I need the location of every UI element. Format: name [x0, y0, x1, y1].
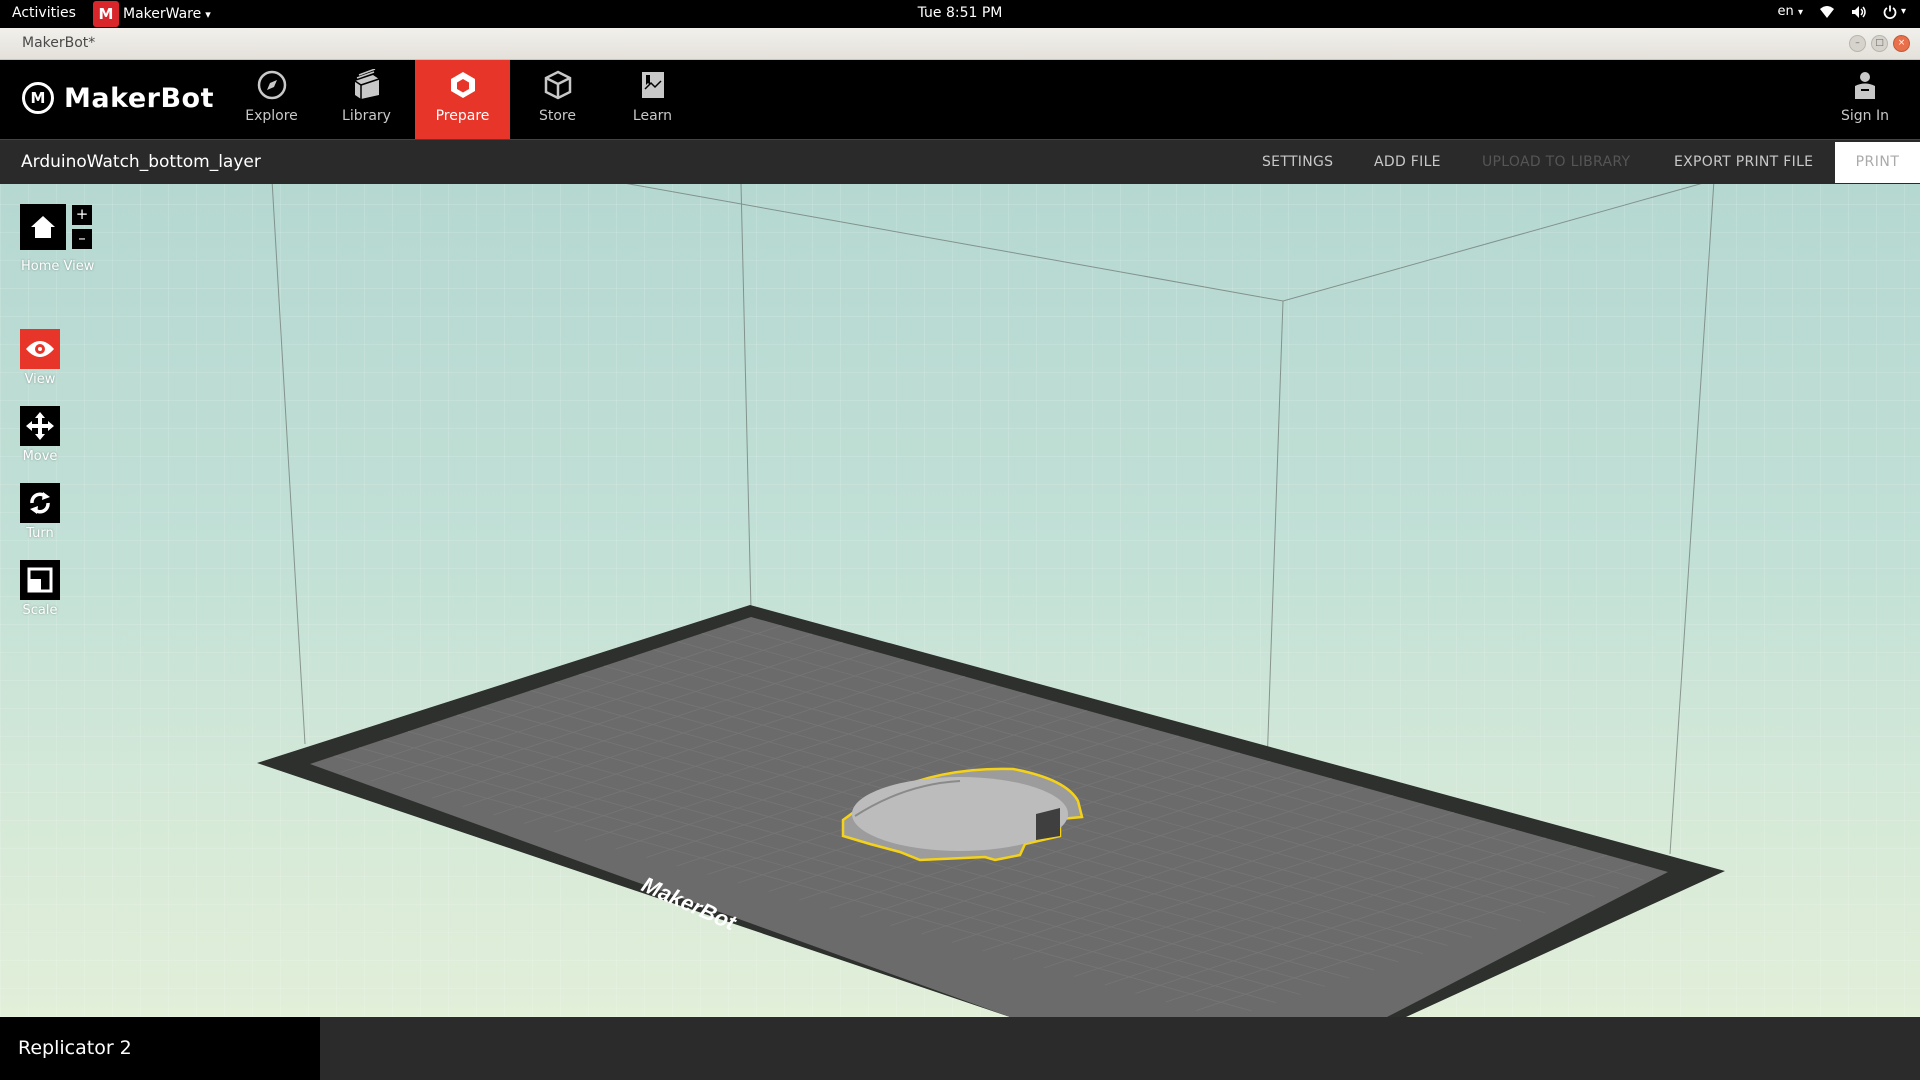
- home-view-button[interactable]: [20, 204, 66, 250]
- 3d-viewport[interactable]: MakerBot Home View + – View Move Turn Sc…: [0, 184, 1920, 1017]
- box-icon: [544, 70, 571, 100]
- sign-in-button[interactable]: Sign In: [1830, 60, 1900, 139]
- zoom-out-button[interactable]: –: [72, 229, 92, 249]
- settings-button[interactable]: SETTINGS: [1262, 154, 1333, 170]
- language-indicator[interactable]: en ▾: [1778, 4, 1803, 19]
- scale-label: Scale: [22, 603, 58, 618]
- view-button[interactable]: [20, 329, 60, 369]
- volume-icon: [1851, 5, 1866, 18]
- clock[interactable]: Tue 8:51 PM: [0, 5, 1920, 21]
- view-tool[interactable]: View: [20, 329, 60, 387]
- nav-library[interactable]: Library: [319, 60, 414, 139]
- turn-tool[interactable]: Turn: [20, 483, 60, 541]
- makerbot-logo: M MakerBot: [22, 82, 214, 114]
- nav-label: Store: [538, 108, 576, 124]
- nav-store[interactable]: Store: [510, 60, 605, 139]
- power-icon: [1883, 5, 1897, 19]
- model-top-face: [852, 777, 1068, 851]
- nav-label: Learn: [632, 108, 673, 124]
- book-icon: [641, 72, 664, 98]
- nav-label: Prepare: [435, 108, 490, 124]
- add-file-button[interactable]: ADD FILE: [1374, 154, 1441, 170]
- close-button[interactable]: ×: [1893, 35, 1910, 52]
- turn-label: Turn: [26, 526, 54, 541]
- power-menu[interactable]: ▾: [1883, 5, 1906, 19]
- nav-label: Library: [342, 108, 391, 124]
- window-title: MakerBot*: [22, 35, 96, 51]
- system-status-area[interactable]: en ▾ ▾: [1778, 4, 1906, 19]
- scale-button[interactable]: [20, 560, 60, 600]
- turn-button[interactable]: [20, 483, 60, 523]
- prepare-icon: [450, 72, 475, 98]
- home-view-label: Home View: [21, 259, 95, 274]
- print-button[interactable]: PRINT: [1835, 142, 1920, 183]
- minimize-button[interactable]: –: [1849, 35, 1866, 52]
- brand-name: MakerBot: [64, 82, 214, 114]
- sign-in-label: Sign In: [1841, 108, 1889, 124]
- zoom-in-button[interactable]: +: [72, 205, 92, 225]
- window-controls: – □ ×: [1849, 35, 1910, 52]
- move-label: Move: [22, 449, 58, 464]
- home-view-tool: Home View: [20, 204, 94, 274]
- export-print-file-button[interactable]: EXPORT PRINT FILE: [1674, 154, 1813, 170]
- user-icon: [1855, 72, 1875, 99]
- scale-icon: [27, 567, 53, 593]
- makerbot-logo-icon: M: [22, 82, 54, 114]
- move-button[interactable]: [20, 406, 60, 446]
- move-tool[interactable]: Move: [20, 406, 60, 464]
- nav-learn[interactable]: Learn: [605, 60, 700, 139]
- printer-selector[interactable]: Replicator 2: [0, 1017, 320, 1080]
- move-arrows-icon: [26, 412, 54, 440]
- nav-explore[interactable]: Explore: [224, 60, 319, 139]
- scale-tool[interactable]: Scale: [20, 560, 60, 618]
- app-header: M MakerBot Explore Library Prepare Store…: [0, 60, 1920, 139]
- file-name: ArduinoWatch_bottom_layer: [21, 152, 261, 172]
- nav-prepare[interactable]: Prepare: [415, 60, 510, 139]
- upload-to-library-button[interactable]: UPLOAD TO LIBRARY: [1482, 154, 1630, 170]
- library-icon: [354, 68, 379, 99]
- system-top-bar: Activities M MakerWare ▾ Tue 8:51 PM en …: [0, 0, 1920, 28]
- compass-icon: [257, 70, 286, 100]
- view-label: View: [24, 372, 56, 387]
- wifi-icon: [1819, 5, 1834, 18]
- chevron-down-icon: ▾: [1900, 6, 1906, 17]
- nav-label: Explore: [245, 108, 298, 124]
- bottom-bar: Replicator 2: [0, 1017, 1920, 1080]
- maximize-button[interactable]: □: [1871, 35, 1888, 52]
- home-icon: [31, 216, 55, 238]
- build-volume-scene: MakerBot: [257, 184, 1725, 1017]
- action-bar: ArduinoWatch_bottom_layer SETTINGS ADD F…: [0, 139, 1920, 184]
- window-titlebar[interactable]: MakerBot* – □ ×: [0, 28, 1920, 60]
- rotate-icon: [30, 492, 50, 514]
- eye-icon: [26, 341, 54, 357]
